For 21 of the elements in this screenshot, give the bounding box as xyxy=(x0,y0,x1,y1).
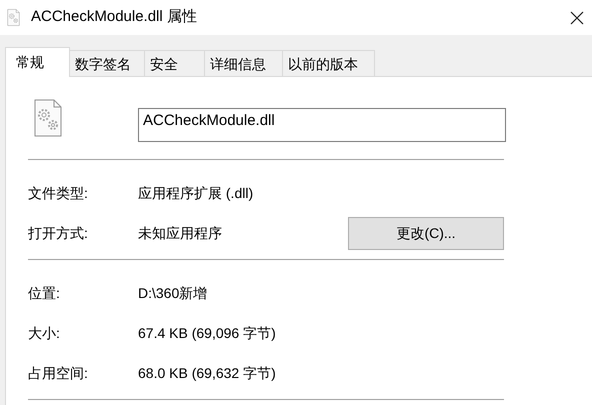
tab[interactable]: 以前的版本 xyxy=(283,50,375,76)
property-value: 应用程序扩展 (.dll) xyxy=(138,184,254,203)
tab[interactable]: 数字签名 xyxy=(70,50,145,76)
property-value: 68.0 KB (69,632 字节) xyxy=(138,364,277,383)
file-icon xyxy=(34,99,62,137)
property-label: 位置: xyxy=(28,284,61,302)
close-icon[interactable] xyxy=(570,10,584,24)
tab[interactable]: 常规 xyxy=(5,47,70,77)
tab[interactable]: 安全 xyxy=(145,50,205,76)
property-value: D:\360新增 xyxy=(138,284,208,302)
window-title: ACCheckModule.dll 属性 xyxy=(31,7,197,28)
property-label: 大小: xyxy=(28,324,61,342)
property-label: 占用空间: xyxy=(28,364,89,382)
property-value: 67.4 KB (69,096 字节) xyxy=(138,324,277,343)
property-label: 打开方式: xyxy=(28,224,89,242)
property-label: 文件类型: xyxy=(28,184,89,202)
property-value: 未知应用程序 xyxy=(138,224,223,242)
file-icon xyxy=(7,9,20,26)
change-button[interactable]: 更改(C)... xyxy=(348,216,504,250)
tab[interactable]: 详细信息 xyxy=(205,50,283,76)
file-name-field[interactable]: ACCheckModule.dll xyxy=(138,108,506,142)
